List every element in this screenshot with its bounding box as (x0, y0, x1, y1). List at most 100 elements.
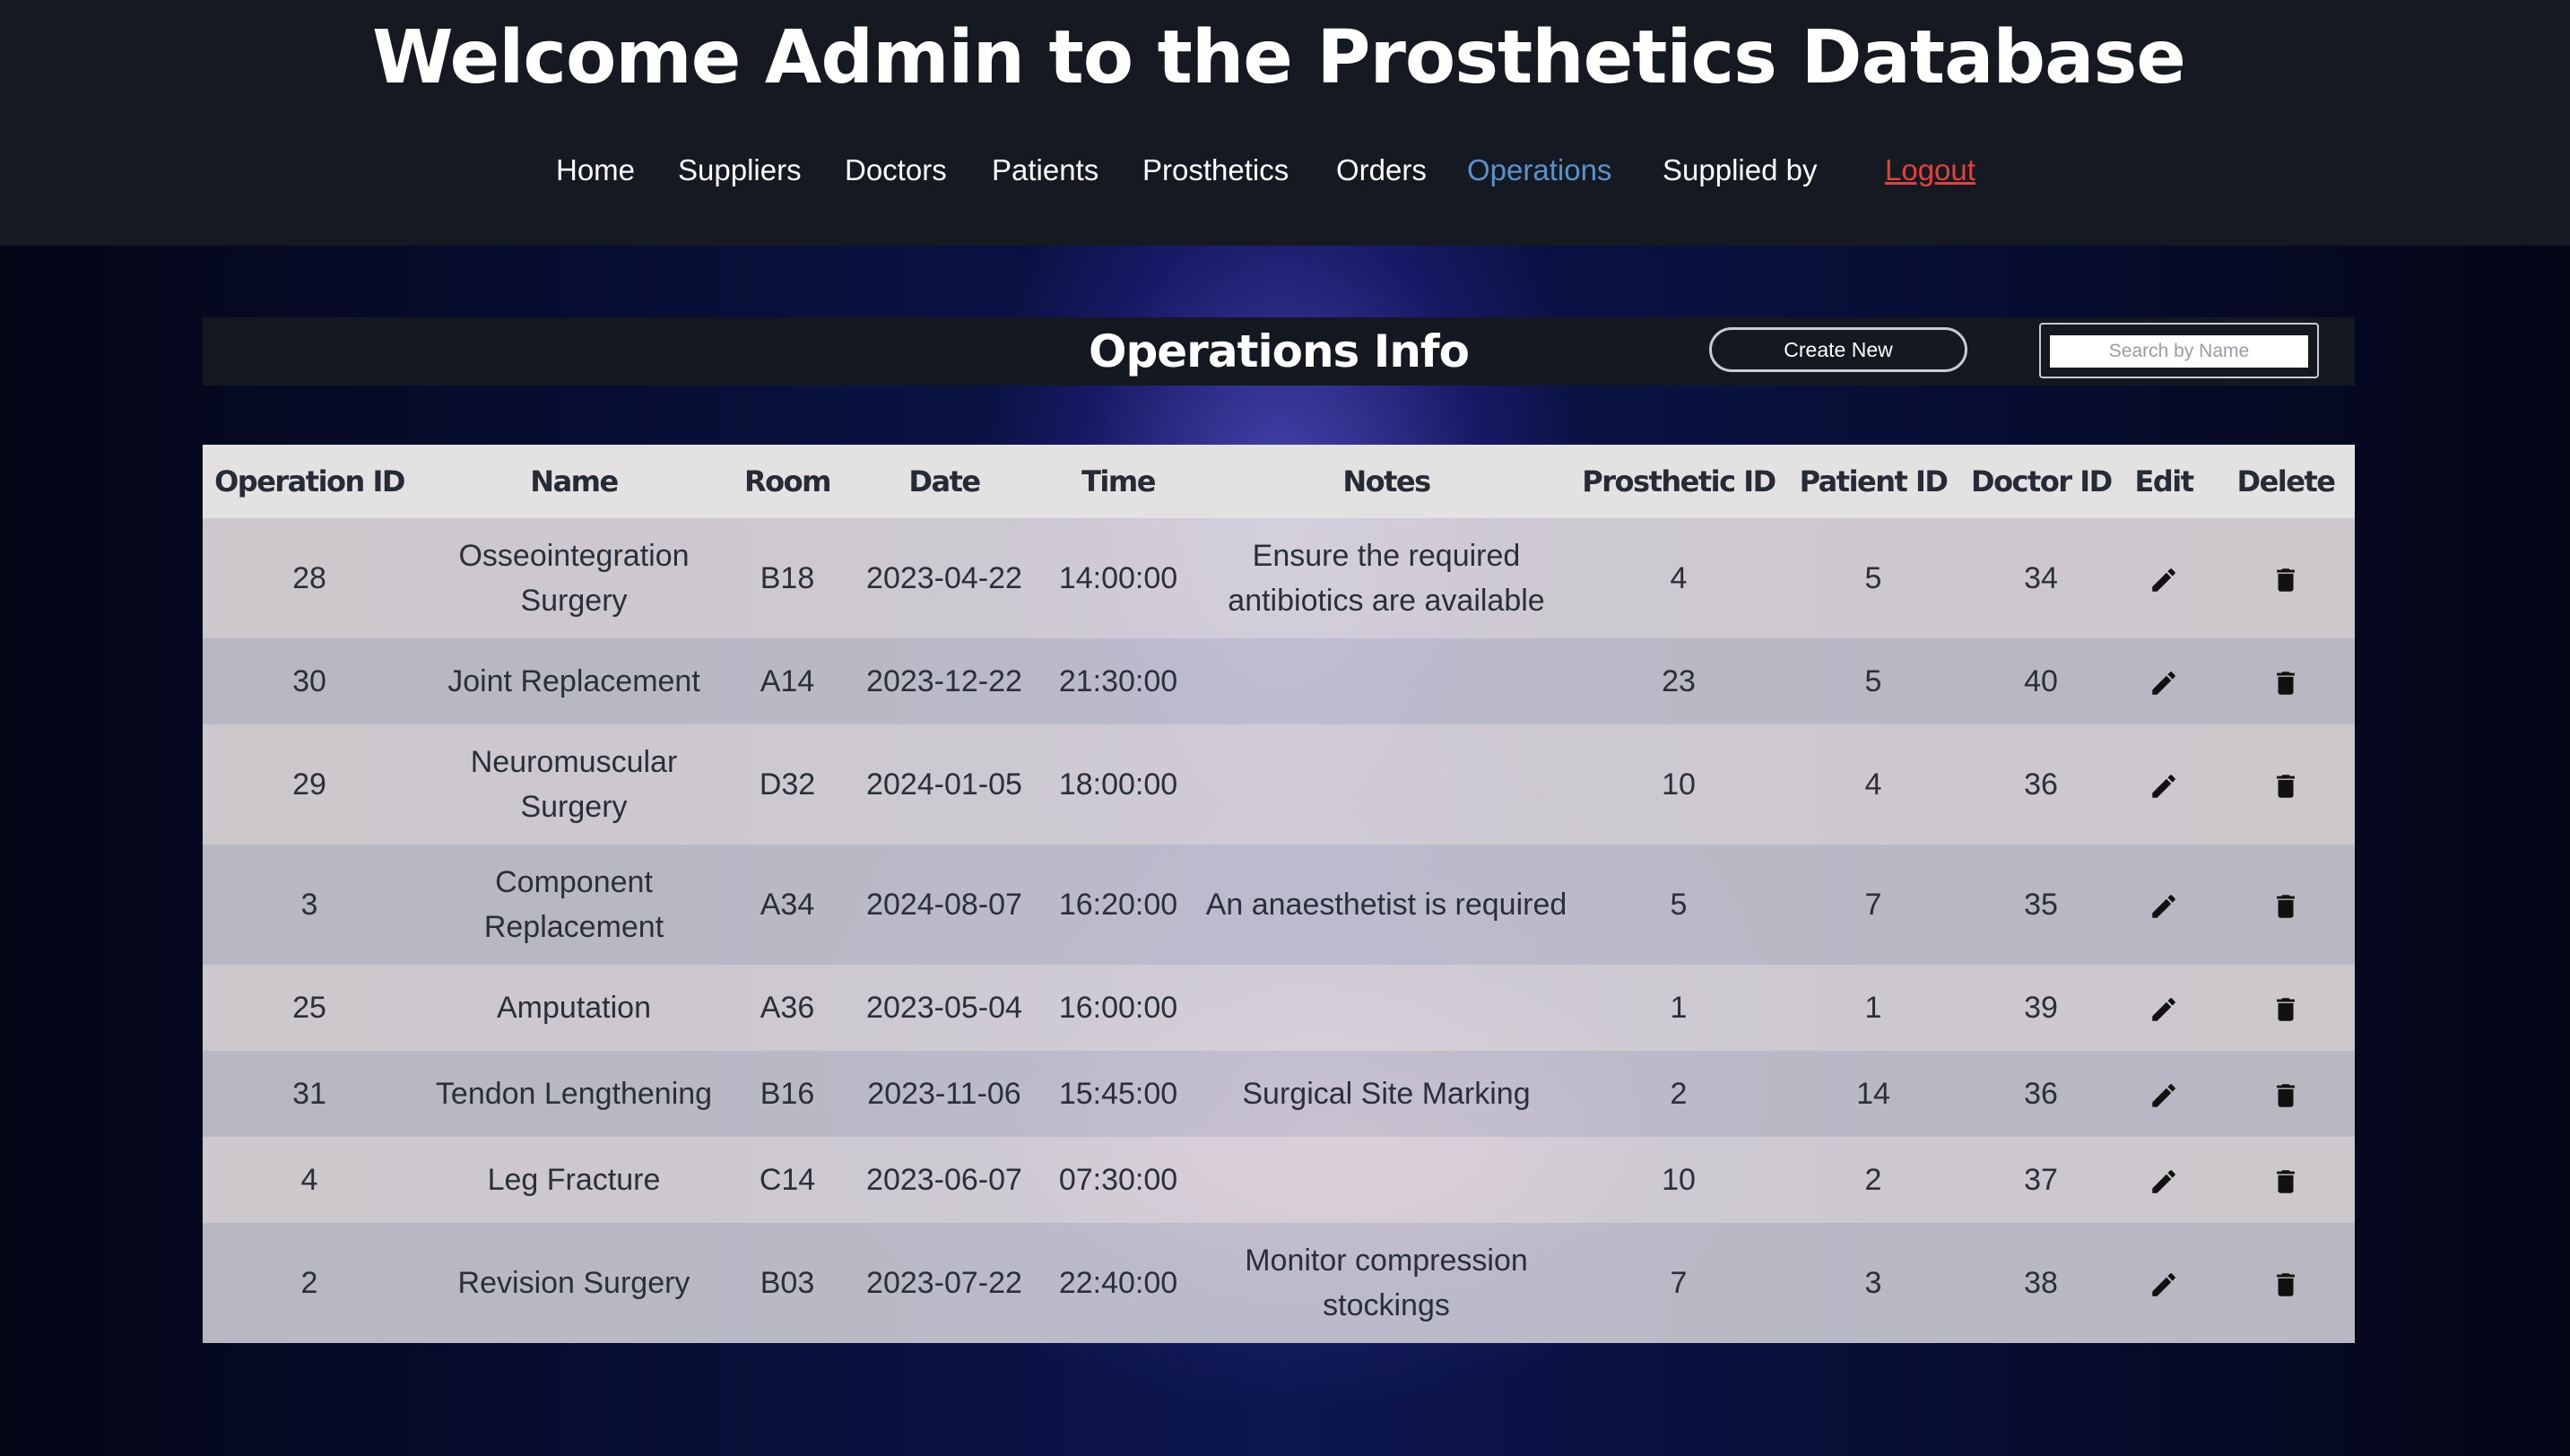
nav-doctors[interactable]: Doctors (845, 145, 947, 195)
room-cell: A34 (732, 845, 843, 965)
pencil-icon[interactable] (2149, 771, 2179, 802)
create-new-button[interactable]: Create New (1709, 327, 1967, 372)
room-cell: B03 (732, 1223, 843, 1343)
nav-patients[interactable]: Patients (992, 145, 1098, 195)
table-row: 3 Component Replacement A34 2024-08-07 16:20… (203, 845, 2355, 965)
pencil-icon[interactable] (2149, 1080, 2179, 1111)
notes-cell: Monitor compression stockings (1191, 1223, 1582, 1343)
nav-prosthetics[interactable]: Prosthetics (1142, 145, 1289, 195)
col-name: Name (416, 445, 732, 518)
trash-icon[interactable] (2270, 771, 2301, 802)
room-cell: A36 (732, 965, 843, 1051)
pencil-icon[interactable] (2149, 668, 2179, 698)
nav-orders[interactable]: Orders (1336, 145, 1427, 195)
pencil-icon[interactable] (2149, 891, 2179, 922)
operation-id-cell: 31 (203, 1051, 416, 1137)
delete-button[interactable] (2217, 1223, 2355, 1343)
room-cell: B16 (732, 1051, 843, 1137)
name-cell: Joint Replacement (416, 638, 732, 724)
site-title: Welcome Admin to the Prosthetics Databas… (372, 15, 2186, 100)
date-cell: 2023-06-07 (843, 1137, 1046, 1223)
delete-button[interactable] (2217, 724, 2355, 845)
pencil-icon[interactable] (2149, 994, 2179, 1025)
delete-button[interactable] (2217, 518, 2355, 638)
trash-icon[interactable] (2270, 1080, 2301, 1111)
notes-cell: Surgical Site Marking (1191, 1051, 1582, 1137)
notes-cell: An anaesthetist is required (1191, 845, 1582, 965)
time-cell: 15:45:00 (1046, 1051, 1191, 1137)
prosthetic-id-cell: 10 (1582, 724, 1776, 845)
time-cell: 14:00:00 (1046, 518, 1191, 638)
trash-icon[interactable] (2270, 565, 2301, 595)
trash-icon[interactable] (2270, 891, 2301, 922)
doctor-id-cell: 37 (1971, 1137, 2111, 1223)
delete-button[interactable] (2217, 965, 2355, 1051)
time-cell: 22:40:00 (1046, 1223, 1191, 1343)
table-header: Operation ID Name Room Date Time Notes P… (203, 445, 2355, 518)
edit-button[interactable] (2111, 1223, 2217, 1343)
date-cell: 2023-11-06 (843, 1051, 1046, 1137)
pencil-icon[interactable] (2149, 1166, 2179, 1197)
nav-operations[interactable]: Operations (1467, 145, 1611, 195)
name-cell: Revision Surgery (416, 1223, 732, 1343)
table-row: 4 Leg Fracture C14 2023-06-07 07:30:00 10 2 37 (203, 1137, 2355, 1223)
col-room: Room (732, 445, 843, 518)
col-edit: Edit (2111, 445, 2217, 518)
edit-button[interactable] (2111, 1051, 2217, 1137)
name-cell: Osseointegration Surgery (416, 518, 732, 638)
trash-icon[interactable] (2270, 994, 2301, 1025)
name-cell: Amputation (416, 965, 732, 1051)
edit-button[interactable] (2111, 845, 2217, 965)
patient-id-cell: 7 (1776, 845, 1971, 965)
search-input[interactable] (2050, 335, 2308, 368)
delete-button[interactable] (2217, 845, 2355, 965)
nav-home[interactable]: Home (556, 145, 635, 195)
operation-id-cell: 3 (203, 845, 416, 965)
prosthetic-id-cell: 4 (1582, 518, 1776, 638)
edit-button[interactable] (2111, 965, 2217, 1051)
col-operation-id: Operation ID (203, 445, 416, 518)
room-cell: C14 (732, 1137, 843, 1223)
time-cell: 16:20:00 (1046, 845, 1191, 965)
delete-button[interactable] (2217, 638, 2355, 724)
edit-button[interactable] (2111, 638, 2217, 724)
table-body: 28 Osseointegration Surgery B18 2023-04-22 1… (203, 518, 2355, 1343)
patient-id-cell: 1 (1776, 965, 1971, 1051)
main-nav: Home Suppliers Doctors Patients Prosthet… (0, 145, 2570, 195)
operations-toolbar: Operations Info Create New (203, 317, 2355, 386)
col-prosthetic-id: Prosthetic ID (1582, 445, 1776, 518)
operation-id-cell: 28 (203, 518, 416, 638)
doctor-id-cell: 36 (1971, 1051, 2111, 1137)
trash-icon[interactable] (2270, 1270, 2301, 1300)
time-cell: 18:00:00 (1046, 724, 1191, 845)
trash-icon[interactable] (2270, 1166, 2301, 1197)
trash-icon[interactable] (2270, 668, 2301, 698)
pencil-icon[interactable] (2149, 565, 2179, 595)
col-doctor-id: Doctor ID (1971, 445, 2113, 518)
doctor-id-cell: 39 (1971, 965, 2111, 1051)
nav-suppliers[interactable]: Suppliers (678, 145, 802, 195)
doctor-id-cell: 35 (1971, 845, 2111, 965)
prosthetic-id-cell: 7 (1582, 1223, 1776, 1343)
delete-button[interactable] (2217, 1051, 2355, 1137)
room-cell: B18 (732, 518, 843, 638)
edit-button[interactable] (2111, 724, 2217, 845)
nav-logout[interactable]: Logout (1885, 145, 1975, 195)
search-box (2039, 323, 2319, 378)
edit-button[interactable] (2111, 518, 2217, 638)
edit-button[interactable] (2111, 1137, 2217, 1223)
operation-id-cell: 25 (203, 965, 416, 1051)
patient-id-cell: 5 (1776, 518, 1971, 638)
doctor-id-cell: 38 (1971, 1223, 2111, 1343)
doctor-id-cell: 36 (1971, 724, 2111, 845)
col-time: Time (1046, 445, 1191, 518)
section-title: Operations Info (1088, 325, 1470, 377)
date-cell: 2023-12-22 (843, 638, 1046, 724)
table-row: 30 Joint Replacement A14 2023-12-22 21:30:00… (203, 638, 2355, 724)
pencil-icon[interactable] (2149, 1270, 2179, 1300)
nav-supplied-by[interactable]: Supplied by (1663, 145, 1817, 195)
table-row: 2 Revision Surgery B03 2023-07-22 22:40:00 Mo… (203, 1223, 2355, 1343)
patient-id-cell: 3 (1776, 1223, 1971, 1343)
delete-button[interactable] (2217, 1137, 2355, 1223)
notes-cell (1191, 724, 1582, 845)
